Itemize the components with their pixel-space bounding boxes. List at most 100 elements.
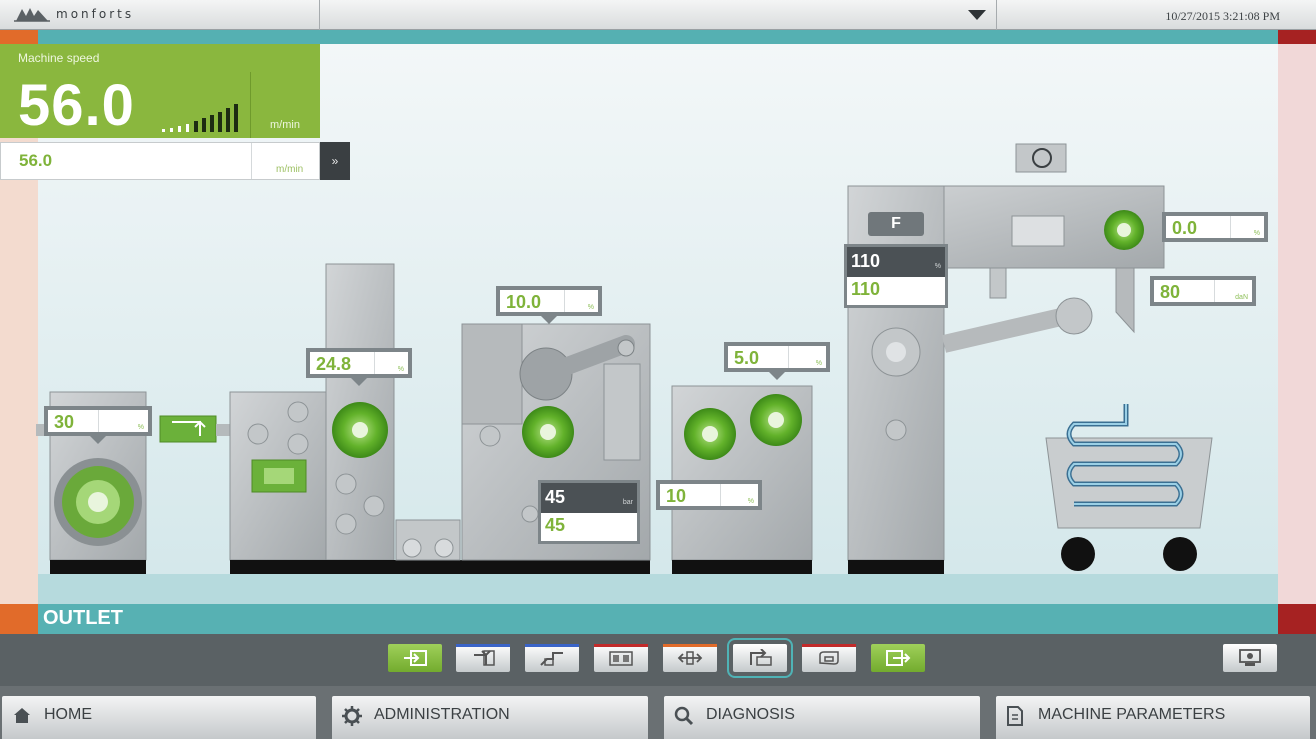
exit-icon bbox=[886, 650, 911, 666]
press-value-box[interactable]: 45 bar 45 bbox=[538, 480, 640, 544]
nav-machine-parameters[interactable]: MACHINE PARAMETERS bbox=[996, 696, 1310, 739]
section-left-marker bbox=[0, 604, 38, 634]
signal-bars-icon bbox=[162, 104, 238, 132]
outlet-icon bbox=[750, 649, 772, 666]
nav-machine-parameters-label: MACHINE PARAMETERS bbox=[1038, 706, 1226, 723]
guider-unit bbox=[159, 415, 230, 443]
setpoint-unit: m/min bbox=[276, 164, 304, 175]
dryer-actual-value: 110 bbox=[851, 251, 881, 271]
nav-diagnosis[interactable]: DIAGNOSIS bbox=[664, 696, 980, 739]
dryer-setpoint-field[interactable]: 110 bbox=[847, 277, 945, 305]
monitor-icon bbox=[1239, 649, 1261, 666]
rollers-3-value: 5.0 bbox=[734, 348, 760, 368]
unit-mark: % bbox=[137, 424, 144, 431]
section-button-cooling[interactable] bbox=[802, 644, 856, 672]
pointer-tip bbox=[541, 316, 557, 324]
winder-top-value: 0.0 bbox=[1172, 218, 1198, 238]
speed-forward-button[interactable]: » bbox=[320, 142, 350, 180]
winder-top-value-box[interactable]: 0.0 % bbox=[1162, 212, 1268, 242]
unit-mark: daN bbox=[1235, 294, 1248, 301]
box-divider bbox=[1230, 216, 1231, 238]
unit-mark: % bbox=[815, 360, 822, 367]
screenshot-button[interactable] bbox=[1223, 644, 1277, 672]
padder-icon bbox=[540, 652, 563, 666]
strip-left-marker bbox=[0, 30, 38, 44]
monforts-logo-icon bbox=[14, 8, 50, 22]
status-strip bbox=[0, 30, 1316, 44]
section-button-exit[interactable] bbox=[871, 644, 925, 672]
section-color-cap bbox=[663, 644, 717, 647]
unit-mark: % bbox=[587, 304, 594, 311]
unwinder-value: 30 bbox=[54, 412, 75, 432]
machine-speed-panel: Machine speed 56.0 m/min 56.0 m/min » bbox=[0, 44, 350, 180]
cooling-icon bbox=[819, 651, 839, 665]
inlet-icon bbox=[404, 650, 427, 666]
nav-diagnosis-label: DIAGNOSIS bbox=[706, 706, 795, 723]
section-right-marker bbox=[1278, 604, 1316, 634]
rollers-3-low-value-box[interactable]: 10 % bbox=[656, 480, 762, 510]
press-actual-value: 45 bbox=[545, 487, 566, 507]
dryer-function-button[interactable]: F bbox=[868, 212, 924, 236]
press-unit: bar bbox=[622, 499, 633, 506]
speed-setpoint-field[interactable]: 56.0 m/min bbox=[0, 142, 320, 180]
strip-right-marker bbox=[1278, 30, 1316, 44]
dryer-setpoint-value: 110 bbox=[851, 279, 881, 299]
feed-icon bbox=[474, 650, 495, 666]
top-bar: monforts 10/27/2015 3:21:08 PM bbox=[0, 0, 1316, 30]
section-button-stretch[interactable] bbox=[663, 644, 717, 672]
section-title: OUTLET bbox=[43, 607, 123, 629]
press-setpoint-value: 45 bbox=[545, 515, 566, 535]
pointer-tip bbox=[769, 372, 785, 380]
speed-unit: m/min bbox=[270, 119, 300, 131]
section-color-cap bbox=[594, 644, 648, 647]
unit-mark: % bbox=[397, 366, 404, 373]
gear-icon bbox=[342, 706, 362, 726]
press-setpoint-field[interactable]: 45 bbox=[541, 513, 637, 541]
datetime-display: 10/27/2015 3:21:08 PM bbox=[1165, 9, 1280, 23]
roller-2-value-box[interactable]: 10.0 % bbox=[496, 286, 602, 324]
main-navigation: HOME ADMINISTRATION DIAGNOSIS MACHINE PA… bbox=[0, 686, 1316, 739]
nav-administration-label: ADMINISTRATION bbox=[374, 706, 510, 723]
section-button-outlet[interactable] bbox=[727, 638, 793, 678]
rollers-3-value-box[interactable]: 5.0 % bbox=[724, 342, 830, 380]
speed-setpoint-value: 56.0 bbox=[19, 151, 53, 170]
dryer-value-box[interactable]: 110 % 110 bbox=[844, 244, 948, 308]
chevron-down-icon[interactable] bbox=[968, 10, 986, 20]
box-divider bbox=[720, 484, 721, 506]
nav-administration[interactable]: ADMINISTRATION bbox=[332, 696, 648, 739]
brand-name: monforts bbox=[56, 7, 135, 21]
section-navigation bbox=[0, 634, 1316, 686]
section-color-cap bbox=[802, 644, 856, 647]
unit-mark: % bbox=[747, 498, 754, 505]
box-divider bbox=[374, 352, 375, 374]
section-button-feed[interactable] bbox=[456, 644, 510, 672]
box-divider bbox=[1214, 280, 1215, 302]
speed-title: Machine speed bbox=[18, 51, 100, 65]
rollers-3-low-value: 10 bbox=[666, 486, 687, 506]
stretch-icon bbox=[677, 651, 703, 665]
document-icon bbox=[1007, 706, 1023, 726]
speed-actual-value: 56.0 bbox=[18, 73, 135, 138]
unwinder-value-box[interactable]: 30 % bbox=[44, 406, 152, 444]
section-button-inlet[interactable] bbox=[388, 644, 442, 672]
section-color-cap bbox=[525, 644, 579, 647]
status-dropdown[interactable] bbox=[320, 0, 997, 30]
roller-1-value: 24.8 bbox=[316, 354, 352, 374]
nav-home[interactable]: HOME bbox=[2, 696, 316, 739]
section-button-dryer[interactable] bbox=[594, 644, 648, 672]
nav-home-label: HOME bbox=[44, 706, 92, 723]
setpoint-divider bbox=[251, 143, 252, 179]
pointer-tip bbox=[351, 378, 367, 386]
speed-header: Machine speed 56.0 m/min bbox=[0, 44, 320, 138]
winder-tension-value-box[interactable]: 80 daN bbox=[1150, 276, 1256, 306]
box-divider bbox=[788, 346, 789, 368]
pointer-tip bbox=[90, 436, 106, 444]
dryer-icon bbox=[609, 651, 633, 666]
box-divider bbox=[98, 410, 99, 432]
section-bar: OUTLET bbox=[0, 604, 1316, 634]
app-root: monforts 10/27/2015 3:21:08 PM Machine s… bbox=[0, 0, 1316, 739]
search-icon bbox=[674, 706, 694, 726]
section-color-cap bbox=[456, 644, 510, 647]
section-button-padder[interactable] bbox=[525, 644, 579, 672]
roller-1-value-box[interactable]: 24.8 % bbox=[306, 348, 412, 386]
